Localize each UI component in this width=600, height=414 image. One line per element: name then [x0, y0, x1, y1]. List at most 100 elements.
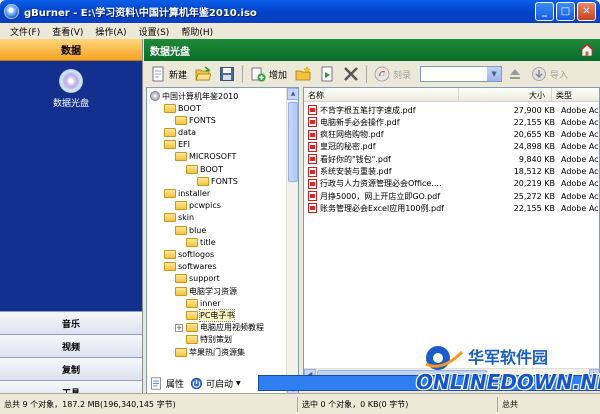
open-button[interactable]: [192, 63, 214, 85]
properties-button[interactable]: 属性: [150, 377, 184, 390]
file-row[interactable]: 皇冠的秘密.pdf 24,898 KB Adobe Acro: [304, 141, 599, 153]
drive-select[interactable]: ▼: [420, 66, 503, 82]
bootable-button[interactable]: 可启动 ▼: [190, 377, 241, 390]
tree-node[interactable]: BOOT: [186, 163, 223, 175]
tree-node[interactable]: blue: [175, 224, 206, 236]
tree-node[interactable]: FONTS: [197, 175, 238, 187]
burn-disc-icon: [374, 66, 390, 82]
properties-toolbar-button[interactable]: [316, 63, 338, 85]
tree-content: 中国计算机年鉴2010 BOOT FONTS data EFI MICROSOFT BOO…: [147, 88, 287, 396]
new-label: 新建: [169, 70, 188, 81]
tree-node[interactable]: BOOT: [164, 102, 201, 114]
tree-node-label: inner: [200, 298, 221, 308]
menu-help[interactable]: 帮助(H): [175, 23, 219, 39]
file-row[interactable]: 月挣5000，网上开店立即GO.pdf 25,272 KB Adobe Acro: [304, 190, 599, 202]
chevron-down-icon[interactable]: ▼: [487, 67, 502, 81]
chevron-down-icon[interactable]: ▼: [236, 380, 241, 387]
save-button[interactable]: [216, 63, 238, 85]
home-icon[interactable]: [579, 42, 595, 58]
tree-node-label: MICROSOFT: [189, 152, 237, 162]
properties-label: 属性: [166, 380, 185, 390]
disc-icon: [59, 69, 83, 93]
tree-node[interactable]: PC电子书: [186, 308, 236, 322]
tree-node[interactable]: softwares: [164, 261, 217, 273]
tree-node-label: BOOT: [178, 103, 201, 113]
column-type[interactable]: 类型: [552, 88, 599, 102]
eject-button[interactable]: [504, 63, 526, 85]
maximize-button[interactable]: □: [556, 2, 575, 21]
file-name: 电脑新手必会操作.pdf: [320, 117, 400, 127]
tree-node-label: FONTS: [211, 176, 238, 186]
toolbar-separator: [366, 65, 368, 83]
tree-node-label: blue: [189, 225, 207, 235]
pdf-file-icon: [308, 105, 317, 115]
delete-button[interactable]: [340, 63, 362, 85]
tree-node[interactable]: installer: [164, 187, 210, 199]
menu-view[interactable]: 查看(V): [46, 23, 89, 39]
tree-node[interactable]: MICROSOFT: [175, 151, 236, 163]
tree-node[interactable]: 电脑学习资源: [175, 285, 237, 297]
burn-button[interactable]: 刻录: [371, 63, 414, 85]
tree-node[interactable]: skin: [164, 212, 194, 224]
tree-node-label: 电脑应用视频教程: [200, 323, 264, 333]
import-button[interactable]: 导入: [528, 63, 571, 85]
folder-icon: [175, 201, 187, 211]
tree-node[interactable]: support: [175, 273, 220, 285]
tree-node[interactable]: softlogos: [164, 248, 214, 260]
tree-node[interactable]: data: [164, 126, 196, 138]
tree-vertical-scrollbar[interactable]: ▲ ▼: [286, 88, 298, 396]
tree-node[interactable]: + 电脑应用视频教程: [175, 322, 264, 334]
section-header: 数据光盘: [144, 39, 600, 61]
file-row[interactable]: 电脑新手必会操作.pdf 22,155 KB Adobe Acro: [304, 116, 599, 128]
column-name[interactable]: 名称: [304, 88, 459, 102]
tree-node[interactable]: EFI: [164, 139, 190, 151]
tree-node-label: BOOT: [200, 164, 223, 174]
window-controls: _ □ ✕: [535, 2, 596, 21]
new-document-icon: [152, 66, 164, 82]
tree-node-label: installer: [178, 188, 211, 198]
menu-settings[interactable]: 设置(S): [133, 23, 176, 39]
data-disc-item[interactable]: 数据光盘: [0, 61, 142, 109]
file-row[interactable]: 看好你的"钱包".pdf 9,840 KB Adobe Acro: [304, 153, 599, 165]
file-row[interactable]: 行政与人力资源管理必会Office.... 20,219 KB Adobe Acro: [304, 178, 599, 190]
menu-file[interactable]: 文件(F): [4, 23, 46, 39]
tree-node[interactable]: title: [186, 236, 216, 248]
tab-video[interactable]: 视频: [0, 334, 142, 357]
open-folder-icon: [195, 66, 212, 81]
tree-node[interactable]: 苹果热门资源集: [175, 346, 245, 358]
file-row[interactable]: 不背字根五笔打字速成.pdf 27,900 KB Adobe Acro: [304, 104, 599, 116]
close-button[interactable]: ✕: [577, 2, 596, 21]
tree-root[interactable]: 中国计算机年鉴2010: [150, 90, 238, 102]
add-button[interactable]: 增加: [247, 63, 290, 85]
left-content: 数据光盘: [0, 61, 142, 311]
file-name: 月挣5000，网上开店立即GO.pdf: [320, 191, 441, 201]
new-folder-button[interactable]: [292, 63, 314, 85]
tab-copy[interactable]: 复制: [0, 357, 142, 380]
expand-icon[interactable]: +: [175, 323, 183, 332]
tab-music[interactable]: 音乐: [0, 311, 142, 334]
tab-data[interactable]: 数据: [0, 39, 142, 61]
tree-node[interactable]: inner: [186, 297, 221, 309]
menu-action[interactable]: 操作(A): [89, 23, 132, 39]
file-type: Adobe Acro: [561, 191, 599, 201]
file-row[interactable]: 系统安装与重装.pdf 18,512 KB Adobe Acro: [304, 166, 599, 178]
file-size: 9,840 KB: [518, 154, 555, 164]
tree-node[interactable]: 特别策划: [186, 334, 232, 346]
tree-node[interactable]: FONTS: [175, 114, 216, 126]
new-button[interactable]: 新建: [147, 63, 190, 85]
window-title: gBurner - E:\学习资料\中国计算机年鉴2010.iso: [24, 8, 257, 19]
minimize-button[interactable]: _: [535, 2, 554, 21]
section-title: 数据光盘: [150, 46, 190, 58]
file-size: 20,219 KB: [513, 179, 555, 189]
tree-node[interactable]: pcwpics: [175, 200, 221, 212]
file-row[interactable]: 疯狂网络购物.pdf 20,655 KB Adobe Acro: [304, 129, 599, 141]
file-type: Adobe Acro: [561, 105, 599, 115]
file-row[interactable]: 账务管理必会Excel应用100例.pdf 22,155 KB Adobe Acro: [304, 202, 599, 214]
tree-node-label: skin: [178, 213, 195, 223]
scroll-thumb[interactable]: [288, 102, 298, 182]
add-files-icon: [251, 67, 266, 82]
scroll-up-icon[interactable]: ▲: [287, 88, 298, 100]
column-size[interactable]: 大小: [459, 88, 552, 102]
folder-icon: [186, 335, 198, 345]
pdf-file-icon: [308, 129, 317, 140]
